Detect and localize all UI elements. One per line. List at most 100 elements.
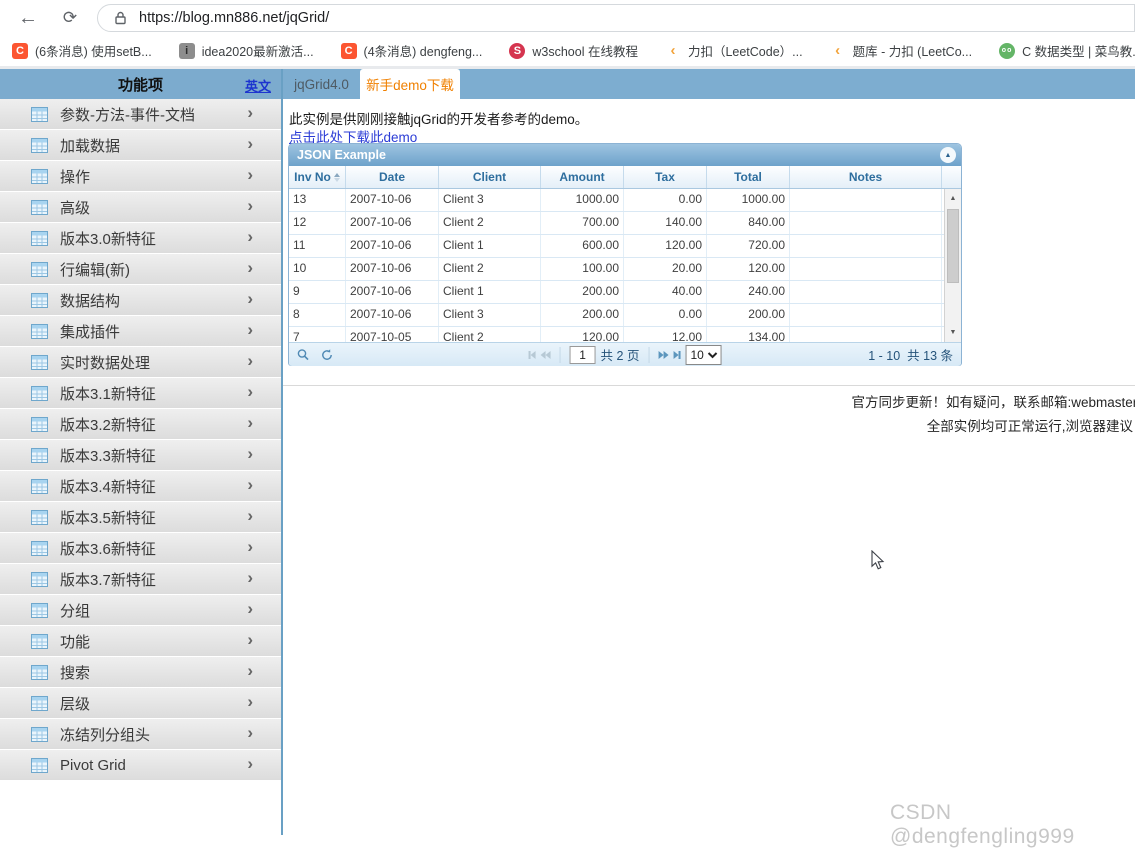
sidebar-menu-item[interactable]: 参数-方法-事件-文档 › bbox=[0, 99, 281, 130]
header-scrollbar-spacer bbox=[942, 166, 961, 188]
sidebar-menu-item[interactable]: 版本3.4新特征 › bbox=[0, 471, 281, 502]
page-size-select[interactable]: 10 bbox=[685, 344, 722, 365]
sidebar-item-label: 集成插件 bbox=[60, 323, 121, 341]
bookmark-label: C 数据类型 | 菜鸟教... bbox=[1022, 45, 1135, 59]
bookmark-item[interactable]: ‹ 题库 - 力扣 (LeetCo... bbox=[830, 41, 972, 60]
bookmark-item[interactable]: oo C 数据类型 | 菜鸟教... bbox=[999, 41, 1135, 60]
sidebar-menu-item[interactable]: 行编辑(新) › bbox=[0, 254, 281, 285]
bookmark-label: 题库 - 力扣 (LeetCo... bbox=[852, 45, 973, 59]
column-header-tax[interactable]: Tax bbox=[624, 166, 707, 188]
sidebar-menu-item[interactable]: 版本3.5新特征 › bbox=[0, 502, 281, 533]
sidebar: 功能项 英文 参数-方法-事件-文档 › 加载数据 › 操作 › 高级 › 版本… bbox=[0, 69, 281, 835]
bookmark-item[interactable]: S w3school 在线教程 bbox=[509, 41, 638, 60]
chevron-right-icon: › bbox=[247, 661, 253, 680]
refresh-icon[interactable] bbox=[320, 348, 334, 362]
sidebar-menu-item[interactable]: 高级 › bbox=[0, 192, 281, 223]
sidebar-menu-item[interactable]: 搜索 › bbox=[0, 657, 281, 688]
table-row[interactable]: 7 2007-10-05 Client 2 120.00 12.00 134.0… bbox=[289, 327, 961, 342]
grid-table-icon bbox=[31, 602, 48, 618]
sidebar-menu-item[interactable]: 版本3.6新特征 › bbox=[0, 533, 281, 564]
cell-amount: 120.00 bbox=[541, 327, 624, 342]
scroll-up-icon[interactable]: ▲ bbox=[945, 191, 961, 206]
bookmark-item[interactable]: i idea2020最新激活... bbox=[178, 41, 314, 60]
sidebar-menu-item[interactable]: 实时数据处理 › bbox=[0, 347, 281, 378]
bookmark-favicon: oo bbox=[999, 42, 1016, 59]
grid-pager: 共 2 页 10 1 - 10 共 13 条 bbox=[289, 342, 961, 366]
cell-total: 1000.00 bbox=[707, 189, 790, 211]
sidebar-menu-item[interactable]: 版本3.0新特征 › bbox=[0, 223, 281, 254]
table-row[interactable]: 13 2007-10-06 Client 3 1000.00 0.00 1000… bbox=[289, 189, 961, 212]
tab-jqgrid40[interactable]: jqGrid4.0 bbox=[283, 69, 360, 99]
cell-total: 840.00 bbox=[707, 212, 790, 234]
cell-tax: 120.00 bbox=[624, 235, 707, 257]
page-number-input[interactable] bbox=[569, 345, 596, 364]
sidebar-title: 功能项 bbox=[117, 76, 163, 94]
sidebar-menu-item[interactable]: 版本3.2新特征 › bbox=[0, 409, 281, 440]
table-row[interactable]: 12 2007-10-06 Client 2 700.00 140.00 840… bbox=[289, 212, 961, 235]
sidebar-menu-item[interactable]: 加载数据 › bbox=[0, 130, 281, 161]
last-page-icon[interactable] bbox=[673, 350, 681, 359]
sidebar-menu-item[interactable]: 版本3.7新特征 › bbox=[0, 564, 281, 595]
chevron-right-icon: › bbox=[247, 692, 253, 711]
bookmark-label: (4条消息) dengfeng... bbox=[363, 45, 483, 59]
tab-demo-download[interactable]: 新手demo下载 bbox=[360, 69, 460, 99]
sidebar-menu-item[interactable]: 冻结列分组头 › bbox=[0, 719, 281, 750]
collapse-grid-button[interactable]: ▲ bbox=[940, 147, 956, 163]
first-page-icon[interactable] bbox=[528, 350, 536, 359]
sidebar-item-label: Pivot Grid bbox=[60, 756, 126, 774]
column-header-total[interactable]: Total bbox=[707, 166, 790, 188]
column-header-client[interactable]: Client bbox=[439, 166, 541, 188]
table-row[interactable]: 11 2007-10-06 Client 1 600.00 120.00 720… bbox=[289, 235, 961, 258]
bookmark-favicon: ‹ bbox=[670, 42, 676, 59]
language-switch-link[interactable]: 英文 bbox=[245, 76, 271, 95]
column-header-amount[interactable]: Amount bbox=[541, 166, 624, 188]
bookmark-item[interactable]: C (6条消息) 使用setB... bbox=[12, 41, 152, 60]
vertical-scrollbar[interactable]: ▲ ▼ bbox=[944, 189, 961, 342]
lock-icon[interactable] bbox=[114, 11, 127, 25]
sidebar-menu-item[interactable]: 版本3.1新特征 › bbox=[0, 378, 281, 409]
url-text[interactable]: https://blog.mn886.net/jqGrid/ bbox=[139, 10, 329, 26]
next-page-icon[interactable] bbox=[658, 350, 669, 359]
sidebar-menu-item[interactable]: 分组 › bbox=[0, 595, 281, 626]
cell-total: 200.00 bbox=[707, 304, 790, 326]
column-header-invno[interactable]: Inv No bbox=[289, 166, 346, 188]
sidebar-menu-item[interactable]: 操作 › bbox=[0, 161, 281, 192]
cell-total: 134.00 bbox=[707, 327, 790, 342]
table-row[interactable]: 8 2007-10-06 Client 3 200.00 0.00 200.00 bbox=[289, 304, 961, 327]
sidebar-menu-item[interactable]: 功能 › bbox=[0, 626, 281, 657]
chevron-right-icon: › bbox=[247, 723, 253, 742]
cell-client: Client 1 bbox=[439, 235, 541, 257]
bookmark-favicon: C bbox=[12, 42, 28, 59]
table-row[interactable]: 10 2007-10-06 Client 2 100.00 20.00 120.… bbox=[289, 258, 961, 281]
grid-titlebar: JSON Example ▲ bbox=[289, 144, 961, 166]
cell-tax: 20.00 bbox=[624, 258, 707, 280]
footer-divider bbox=[283, 385, 1135, 386]
bookmark-item[interactable]: C (4条消息) dengfeng... bbox=[340, 41, 483, 60]
back-icon[interactable]: ← bbox=[14, 4, 42, 32]
scroll-down-icon[interactable]: ▼ bbox=[945, 325, 961, 340]
sidebar-item-label: 实时数据处理 bbox=[60, 354, 151, 372]
prev-page-icon[interactable] bbox=[540, 350, 551, 359]
sidebar-menu-item[interactable]: 集成插件 › bbox=[0, 316, 281, 347]
search-icon[interactable] bbox=[296, 348, 310, 362]
column-header-date[interactable]: Date bbox=[346, 166, 439, 188]
bookmark-item[interactable]: ‹ 力扣（LeetCode）... bbox=[665, 41, 802, 60]
sidebar-item-label: 分组 bbox=[60, 602, 91, 620]
address-bar[interactable]: https://blog.mn886.net/jqGrid/ bbox=[97, 4, 1135, 32]
reload-icon[interactable]: ⟳ bbox=[56, 4, 84, 32]
sidebar-item-label: 操作 bbox=[60, 168, 91, 186]
sidebar-header: 功能项 英文 bbox=[0, 69, 281, 99]
sidebar-item-label: 版本3.1新特征 bbox=[60, 385, 156, 403]
chevron-right-icon: › bbox=[247, 506, 253, 525]
scrollbar-thumb[interactable] bbox=[947, 209, 959, 283]
sidebar-menu-item[interactable]: 数据结构 › bbox=[0, 285, 281, 316]
sidebar-menu-item[interactable]: Pivot Grid › bbox=[0, 750, 281, 781]
sidebar-menu-item[interactable]: 版本3.3新特征 › bbox=[0, 440, 281, 471]
sidebar-menu-item[interactable]: 层级 › bbox=[0, 688, 281, 719]
table-row[interactable]: 9 2007-10-06 Client 1 200.00 40.00 240.0… bbox=[289, 281, 961, 304]
bookmark-label: idea2020最新激活... bbox=[201, 45, 314, 59]
column-header-notes[interactable]: Notes bbox=[790, 166, 942, 188]
sort-icon[interactable] bbox=[333, 172, 340, 182]
grid-table-icon bbox=[31, 478, 48, 494]
cell-invno: 10 bbox=[289, 258, 346, 280]
